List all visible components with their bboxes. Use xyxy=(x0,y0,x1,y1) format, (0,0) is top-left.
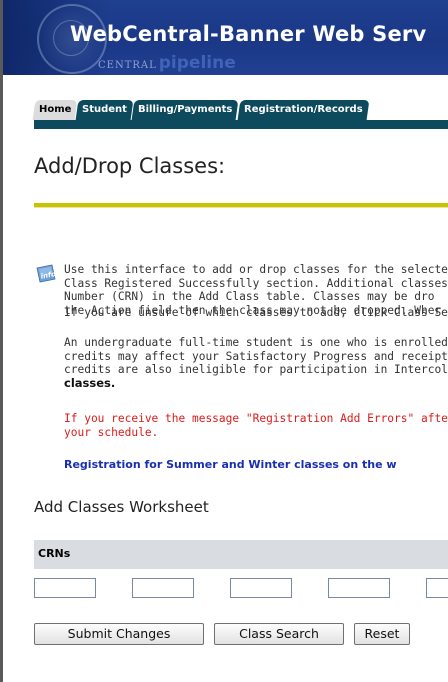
site-title: WebCentral-Banner Web Serv xyxy=(70,22,427,46)
crn-label: CRNs xyxy=(38,547,71,560)
tab-registration-records[interactable]: Registration/Records xyxy=(237,100,369,120)
crn-header-row: CRNs xyxy=(34,540,448,569)
nav-tabs-area: Home Student Billing/Payments Registration/… xyxy=(0,75,448,120)
tab-home[interactable]: Home xyxy=(32,100,78,120)
title-divider xyxy=(34,203,448,208)
class-search-button[interactable]: Class Search xyxy=(214,623,344,645)
subtitle-central: CENTRAL xyxy=(98,60,157,71)
registration-error-notice: If you receive the message "Registration… xyxy=(64,412,448,439)
full-time-notice: An undergraduate full-time student is on… xyxy=(64,336,448,390)
worksheet-title: Add Classes Worksheet xyxy=(34,498,209,516)
submit-changes-button[interactable]: Submit Changes xyxy=(34,623,204,645)
class-search-hint: If you are unsure of which classes to ad… xyxy=(64,306,448,319)
subtitle-pipeline: pipeline xyxy=(158,53,236,73)
info-icon: info xyxy=(36,264,57,283)
summer-winter-notice: Registration for Summer and Winter class… xyxy=(64,458,397,471)
crn-input-5[interactable] xyxy=(426,578,448,598)
crn-input-1[interactable] xyxy=(34,578,96,598)
reset-button[interactable]: Reset xyxy=(354,623,410,645)
crn-input-4[interactable] xyxy=(328,578,390,598)
tab-bar xyxy=(34,120,448,129)
tab-student[interactable]: Student xyxy=(76,100,134,120)
page: WebCentral-Banner Web Serv CENTRAL pipeli… xyxy=(0,0,448,682)
crn-input-2[interactable] xyxy=(132,578,194,598)
crn-input-3[interactable] xyxy=(230,578,292,598)
nav-tabs: Home Student Billing/Payments Registration/… xyxy=(32,100,369,120)
tab-billing-payments[interactable]: Billing/Payments xyxy=(132,100,240,120)
site-banner: WebCentral-Banner Web Serv CENTRAL pipeli… xyxy=(0,0,448,75)
site-subtitle: CENTRAL pipeline xyxy=(98,53,236,73)
page-title: Add/Drop Classes: xyxy=(34,154,226,178)
window-left-border xyxy=(0,0,3,682)
